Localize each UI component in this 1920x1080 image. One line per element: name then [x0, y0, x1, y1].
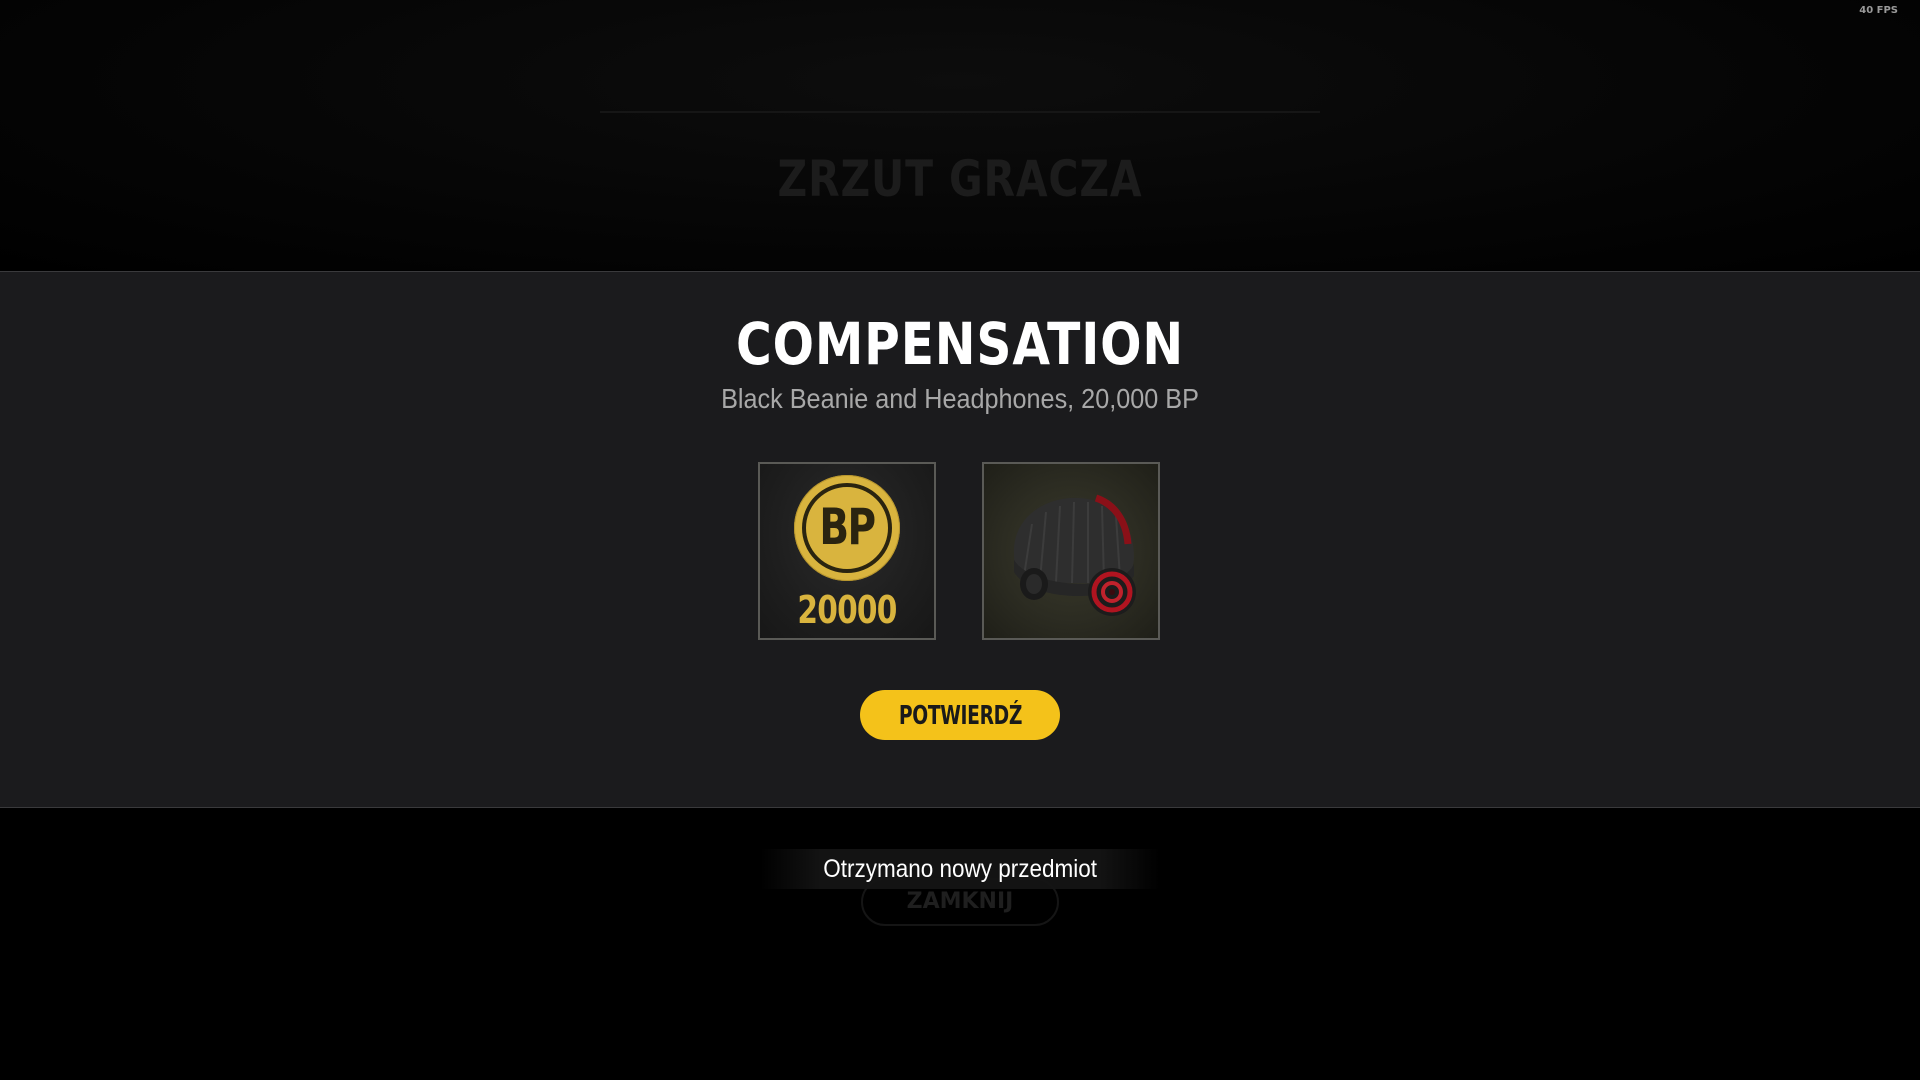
- reward-items: BP 20000: [0, 462, 1920, 642]
- compensation-modal: COMPENSATION Black Beanie and Headphones…: [0, 271, 1920, 808]
- bp-coin-icon: BP: [794, 475, 900, 581]
- reward-item-beanie: [982, 462, 1160, 640]
- background-page-title: ZRZUT GRACZA: [777, 150, 1143, 208]
- modal-title: COMPENSATION: [735, 310, 1185, 378]
- toast-message: Otrzymano nowy przedmiot: [823, 855, 1097, 883]
- background-divider: [600, 111, 1320, 113]
- beanie-headphones-icon: [1013, 494, 1136, 616]
- game-screen: ZRZUT GRACZA ZAMKNIJ 40 FPS COMPENSATION…: [0, 0, 1920, 1080]
- fps-counter: 40 FPS: [1859, 5, 1898, 16]
- confirm-button-label: POTWIERDŹ: [898, 701, 1022, 731]
- bp-coin-label: BP: [819, 498, 876, 556]
- reward-item-bp: BP 20000: [758, 462, 936, 640]
- new-item-toast: Otrzymano nowy przedmiot: [760, 849, 1160, 889]
- confirm-button[interactable]: POTWIERDŹ: [860, 690, 1060, 740]
- background-header: [0, 0, 1920, 270]
- modal-subtitle: Black Beanie and Headphones, 20,000 BP: [721, 383, 1199, 414]
- bp-amount: 20000: [797, 588, 897, 632]
